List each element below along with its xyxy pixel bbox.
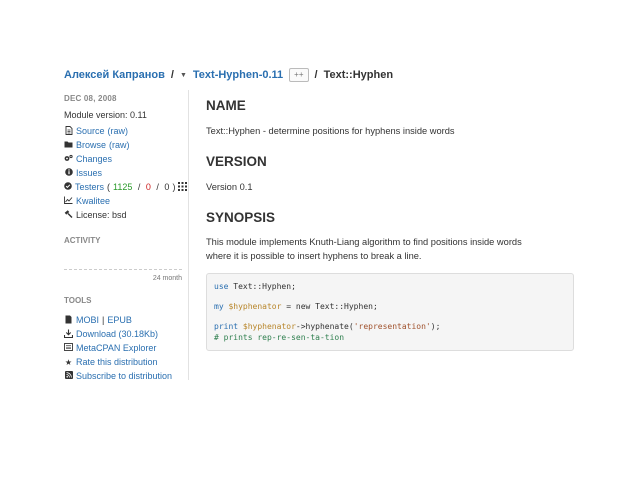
sidebar-item-source: Source (raw) (64, 124, 182, 138)
issues-link[interactable]: Issues (76, 168, 102, 178)
line-chart-icon (64, 196, 73, 206)
activity-period: 24 month (152, 275, 182, 282)
tools-item-ebook: MOBI | EPUB (64, 313, 182, 327)
epub-link[interactable]: EPUB (107, 315, 132, 325)
source-link[interactable]: Source (76, 126, 105, 136)
version-text: Version 0.1 (206, 182, 253, 192)
sidebar-item-license: License: bsd (64, 208, 182, 222)
tools-heading: TOOLS (64, 296, 92, 305)
release-date: DEC 08, 2008 (64, 94, 117, 103)
tools-item-explorer: MetaCPAN Explorer (64, 341, 182, 355)
folder-icon (64, 140, 73, 150)
name-heading: NAME (206, 98, 246, 113)
list-icon (64, 343, 73, 353)
changes-link[interactable]: Changes (76, 154, 112, 164)
testers-other-count[interactable]: 0 (164, 182, 169, 192)
pod-content: NAME Text::Hyphen - determine positions … (206, 98, 576, 351)
explorer-link[interactable]: MetaCPAN Explorer (76, 343, 156, 353)
testers-link[interactable]: Testers (75, 182, 104, 192)
info-icon (64, 168, 73, 178)
rate-link[interactable]: Rate this distribution (76, 357, 158, 367)
book-icon (64, 315, 73, 326)
testers-fail-count[interactable]: 0 (146, 182, 151, 192)
sidebar: DEC 08, 2008 Module version: 0.11 Source… (63, 94, 188, 383)
source-raw-link[interactable]: (raw) (108, 126, 129, 136)
kwalitee-link[interactable]: Kwalitee (76, 196, 110, 206)
sidebar-item-browse: Browse (raw) (64, 138, 182, 152)
file-icon (64, 125, 73, 137)
tools-item-rate: ★ Rate this distribution (64, 355, 182, 369)
download-link[interactable]: Download (30.18Kb) (76, 329, 158, 339)
code-line: print $hyphenator->hyphenate('representa… (214, 322, 441, 331)
code-line: # prints rep-re-sen-ta-tion (214, 333, 345, 342)
chevron-down-icon[interactable]: ▼ (180, 72, 187, 79)
rss-icon (64, 371, 73, 381)
breadcrumb-separator: / (314, 69, 318, 81)
synopsis-heading: SYNOPSIS (206, 210, 276, 225)
tools-item-subscribe: Subscribe to distribution (64, 369, 182, 383)
license-label: License: bsd (76, 210, 127, 220)
grid-icon[interactable] (178, 181, 188, 193)
star-icon: ★ (64, 357, 73, 367)
module-name: Text::Hyphen (323, 69, 394, 81)
check-circle-icon (64, 182, 72, 192)
expand-toggle-button[interactable]: ++ (289, 68, 309, 82)
cogs-icon (64, 154, 73, 164)
subscribe-link[interactable]: Subscribe to distribution (76, 371, 172, 381)
module-version: Module version: 0.11 (64, 110, 147, 120)
testers-pass-count[interactable]: 1125 (113, 182, 132, 192)
name-text: Text::Hyphen - determine positions for h… (206, 126, 455, 136)
distribution-link[interactable]: Text-Hyphen-0.11 (193, 69, 283, 81)
gavel-icon (64, 209, 73, 221)
breadcrumb: Алексей Капранов / ▼ Text-Hyphen-0.11 ++… (64, 66, 393, 84)
activity-heading: ACTIVITY (64, 236, 101, 245)
breadcrumb-separator: / (170, 69, 174, 81)
browse-link[interactable]: Browse (76, 140, 106, 150)
code-line: use Text::Hyphen; (214, 282, 296, 291)
synopsis-line-1: This module implements Knuth-Liang algor… (206, 237, 522, 247)
synopsis-line-2: where it is possible to insert hyphens t… (206, 251, 422, 261)
browse-raw-link[interactable]: (raw) (109, 140, 130, 150)
tools-item-download: Download (30.18Kb) (63, 327, 182, 341)
sidebar-divider (188, 90, 189, 380)
sidebar-item-kwalitee: Kwalitee (64, 194, 182, 208)
activity-sparkline (64, 269, 182, 270)
download-icon (63, 329, 74, 340)
sidebar-item-issues: Issues (64, 166, 182, 180)
sidebar-item-changes: Changes (64, 152, 182, 166)
sidebar-item-testers: Testers (1125 / 0 / 0) (64, 180, 188, 194)
mobi-link[interactable]: MOBI (76, 315, 99, 325)
code-line: my $hyphenator = new Text::Hyphen; (214, 302, 378, 311)
version-heading: VERSION (206, 154, 267, 169)
author-link[interactable]: Алексей Капранов (64, 69, 165, 81)
code-block: use Text::Hyphen; my $hyphenator = new T… (206, 273, 574, 351)
